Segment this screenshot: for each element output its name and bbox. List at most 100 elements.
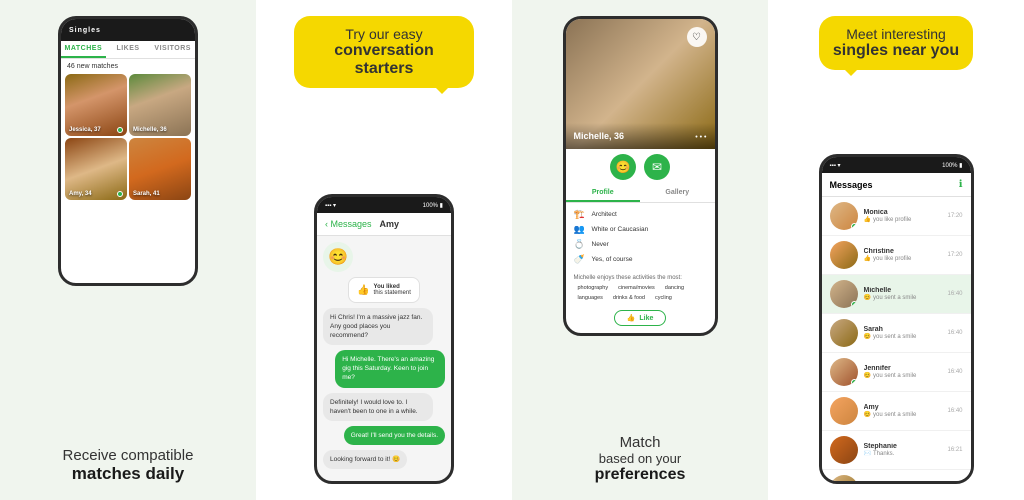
phone-frame-1: Singles MATCHES LIKES VISITORS 46 new ma… [58,16,198,286]
messages-title: Messages [830,180,873,190]
online-dot [851,301,858,308]
list-item[interactable]: Rachel 👍 you like profile 15:08 [822,470,971,484]
msg-preview: ✉️ Thanks. [864,450,942,457]
interests-tags: photography cinema/movies dancing langua… [574,284,707,302]
caption-line1: Receive compatible [63,447,194,464]
msg-info: Stephanie ✉️ Thanks. [864,443,942,457]
chat-header: ‹ Messages Amy [317,213,451,236]
panel-messages: Meet interesting singles near you ▪▪▪ ▾ … [768,0,1024,500]
online-dot [851,223,858,230]
favorite-icon[interactable]: ♡ [687,27,707,47]
profile-overlay: Michelle, 36 • • • [566,123,715,149]
phone-tabs: MATCHES LIKES VISITORS [61,41,195,59]
match-cell[interactable]: Jessica, 37 [65,74,127,136]
msg-info: Sarah 😊 you sent a smile [864,326,942,340]
like-btn-area: 👍 Like [566,306,715,330]
tab-matches[interactable]: MATCHES [61,41,106,58]
msg-preview: 😊 you sent a smile [864,294,942,301]
smiley-icon: 😊 [323,242,353,272]
message-sent: Hi Michelle. There's an amazing gig this… [335,350,445,387]
liked-sub: this statement [374,290,411,296]
avatar [830,358,858,386]
children-icon: 🍼 [574,254,586,265]
caption-line2: based on your [595,451,686,466]
msg-time: 16:40 [947,330,962,336]
job-icon: 🏗️ [574,209,586,220]
status-bar-4: ▪▪▪ ▾ 100% ▮ [822,157,971,173]
tab-likes[interactable]: LIKES [106,41,151,58]
liked-card[interactable]: 👍 You liked this statement [348,277,420,303]
tab-profile[interactable]: Profile [566,185,641,202]
matches-grid: Jessica, 37 Michelle, 36 Amy, 34 Sarah, … [61,74,195,200]
message-received: Looking forward to it! 😊 [323,450,407,469]
tab-gallery[interactable]: Gallery [640,185,715,202]
bubble4-line1: Meet interesting [833,26,959,42]
chat-messages: 😊 👍 You liked this statement Hi Chris! I… [317,236,451,475]
like-icon: 👍 [627,314,636,322]
list-item[interactable]: Jennifer 😊 you sent a smile 16:40 [822,353,971,392]
bubble-line2: conversation starters [310,42,458,78]
back-button[interactable]: ‹ Messages [325,219,372,229]
smiley-action-icon[interactable]: 😊 [610,154,636,180]
interest-tag: dancing [661,284,688,292]
list-item[interactable]: Amy 😊 you sent a smile 16:40 [822,392,971,431]
caption-bold: matches daily [63,464,194,484]
phone-frame-2: ▪▪▪ ▾ 100% ▮ ‹ Messages Amy 😊 👍 You like… [314,194,454,484]
bubble-line1: Try our easy [310,26,458,42]
avatar [830,319,858,347]
children-value: Yes, of course [592,256,633,263]
speech-bubble-conversation: Try our easy conversation starters [294,16,474,88]
battery-4: 100% ▮ [942,162,962,169]
message-action-icon[interactable]: ✉ [644,154,670,180]
match-count: 46 new matches [61,59,195,74]
msg-time: 16:21 [947,447,962,453]
list-item[interactable]: Stephanie ✉️ Thanks. 16:21 [822,431,971,470]
match-cell[interactable]: Michelle, 36 [129,74,191,136]
interests-label: Michelle enjoys these activities the mos… [574,275,707,281]
battery: 100% ▮ [423,202,443,209]
interest-tag: photography [574,284,613,292]
msg-name: Amy [864,404,942,411]
match-name: Amy, 34 [69,191,92,197]
phone-frame-3: ♡ Michelle, 36 • • • 😊 ✉ Profile Gallery… [563,16,718,336]
interest-tag: drinks & food [609,294,649,302]
msg-time: 17:20 [947,213,962,219]
msg-info: Christine 👍 you like profile [864,248,942,262]
online-indicator [117,127,123,133]
match-name: Sarah, 41 [133,191,160,197]
married-icon: 💍 [574,239,586,250]
msg-info: Rachel 👍 you like profile [864,482,942,484]
more-options[interactable]: • • • [695,134,706,141]
action-icons-row: 😊 ✉ [566,149,715,185]
msg-name: Monica [864,209,942,216]
signal-4: ▪▪▪ ▾ [830,162,841,169]
ethnicity-icon: 👥 [574,224,586,235]
match-name: Jessica, 37 [69,127,101,133]
match-cell[interactable]: Amy, 34 [65,138,127,200]
list-item[interactable]: Christine 👍 you like profile 17:20 [822,236,971,275]
msg-name: Christine [864,248,942,255]
avatar [830,280,858,308]
match-name: Michelle, 36 [133,127,167,133]
list-item[interactable]: Monica 👍 you like profile 17:20 [822,197,971,236]
interest-tag: languages [574,294,607,302]
panel-3-caption: Match based on your preferences [595,434,686,484]
tab-visitors[interactable]: VISITORS [150,41,195,58]
panel-profile: ♡ Michelle, 36 • • • 😊 ✉ Profile Gallery… [512,0,768,500]
match-cell[interactable]: Sarah, 41 [129,138,191,200]
msg-info: Jennifer 😊 you sent a smile [864,365,942,379]
messages-header: Messages ℹ [822,173,971,197]
like-button[interactable]: 👍 Like [614,310,667,326]
married-value: Never [592,241,609,248]
message-list: Monica 👍 you like profile 17:20 Christin… [822,197,971,484]
msg-time: 17:20 [947,252,962,258]
message-received: Definitely! I would love to. I haven't b… [323,393,433,421]
list-item-highlighted[interactable]: Michelle 😊 you sent a smile 16:40 [822,275,971,314]
speech-bubble-singles: Meet interesting singles near you [819,16,973,70]
info-icon[interactable]: ℹ [959,179,963,190]
list-item[interactable]: Sarah 😊 you sent a smile 16:40 [822,314,971,353]
caption-match: Match [595,434,686,451]
profile-photo: ♡ Michelle, 36 • • • [566,19,715,149]
msg-name: Rachel [864,482,942,484]
detail-row-married: 💍 Never [574,239,707,250]
